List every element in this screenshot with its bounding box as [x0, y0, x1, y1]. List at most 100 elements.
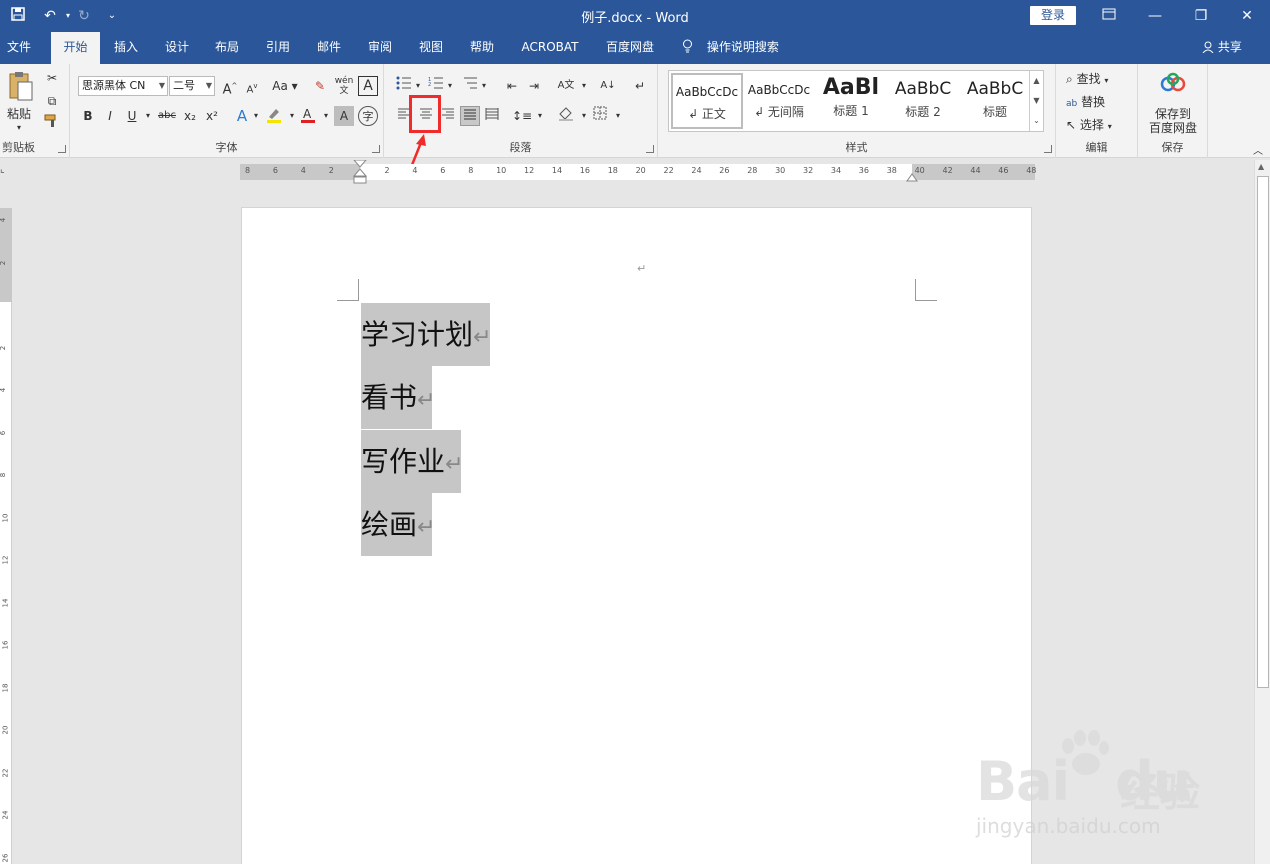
- paragraph-line[interactable]: 写作业↵: [361, 430, 463, 493]
- document-page[interactable]: ↵ 学习计划↵ 看书↵ 写作业↵ 绘画↵: [241, 207, 1032, 864]
- multilevel-dropdown-icon[interactable]: ▾: [474, 76, 494, 96]
- ruler-tick-label: 18: [607, 166, 618, 175]
- scroll-up-icon[interactable]: ▲: [1258, 162, 1264, 171]
- watermark-url: jingyan.baidu.com: [976, 814, 1161, 838]
- ruler-tick-label: 46: [998, 166, 1009, 175]
- vertical-ruler[interactable]: 4 2 2 4 6 8 10 12 14 16 18 20 22 24 26: [0, 208, 12, 864]
- copy-icon[interactable]: ⧉: [42, 91, 62, 111]
- char-shading-icon[interactable]: A: [334, 106, 354, 126]
- scroll-thumb[interactable]: [1257, 176, 1269, 688]
- format-painter-icon[interactable]: [42, 114, 62, 134]
- font-color-icon[interactable]: A: [298, 106, 318, 126]
- vertical-scrollbar[interactable]: ▲: [1254, 160, 1270, 864]
- cut-icon[interactable]: ✂: [42, 68, 62, 88]
- right-indent-marker-icon[interactable]: [906, 172, 918, 182]
- line-spacing-icon[interactable]: ↕≡: [512, 106, 532, 126]
- shrink-font-icon[interactable]: Av: [242, 76, 262, 96]
- share-button[interactable]: 共享: [1202, 32, 1242, 64]
- chinese-layout-dropdown-icon[interactable]: ▾: [574, 76, 594, 96]
- watermark-jingyan: 经验: [1120, 770, 1200, 816]
- font-size-combo[interactable]: 二号 ▼: [169, 76, 215, 96]
- restore-icon[interactable]: ❐: [1178, 0, 1224, 32]
- tab-help[interactable]: 帮助: [461, 32, 503, 64]
- increase-indent-icon[interactable]: ⇥: [524, 76, 544, 96]
- ruler-tick-label: 8: [468, 166, 474, 175]
- paste-icon[interactable]: [6, 70, 36, 104]
- ruler-tick-label: 22: [1, 768, 10, 777]
- minimize-icon[interactable]: —: [1132, 0, 1178, 32]
- paste-dropdown-icon[interactable]: ▾: [4, 118, 34, 138]
- italic-icon[interactable]: I: [100, 106, 120, 126]
- indent-marker-icon[interactable]: [353, 160, 367, 188]
- distributed-align-icon[interactable]: [482, 106, 502, 126]
- find-button[interactable]: ⌕ 查找 ▾: [1066, 69, 1132, 89]
- paragraph-launcher-icon[interactable]: [646, 145, 654, 153]
- justify-icon[interactable]: [460, 106, 480, 126]
- style-title[interactable]: AaBbC 标题: [959, 73, 1031, 129]
- decrease-indent-icon[interactable]: ⇤: [502, 76, 522, 96]
- sort-icon[interactable]: A↓: [598, 76, 618, 96]
- show-marks-icon[interactable]: ↵: [630, 76, 650, 96]
- font-name-combo[interactable]: 思源黑体 CN ▼: [78, 76, 168, 96]
- tab-file[interactable]: 文件: [0, 32, 38, 64]
- tab-view[interactable]: 视图: [410, 32, 452, 64]
- superscript-icon[interactable]: x²: [202, 106, 222, 126]
- collapse-ribbon-icon[interactable]: ︿: [1248, 142, 1268, 162]
- ruler-tick-label: 6: [272, 166, 278, 175]
- tab-insert[interactable]: 插入: [105, 32, 147, 64]
- styles-scroll[interactable]: ▲ ▼ ⌄: [1029, 71, 1043, 131]
- style-sample: AaBbC: [966, 79, 1024, 99]
- baidu-cloud-icon[interactable]: [1160, 72, 1186, 98]
- horizontal-ruler[interactable]: 8 6 4 2 2 4 6 8 10 12 14 16 18 20 22 24 26 28 30 32 34 36 38 40…: [240, 160, 1036, 184]
- grow-font-icon[interactable]: A^: [220, 76, 240, 97]
- tab-references[interactable]: 引用: [257, 32, 299, 64]
- font-launcher-icon[interactable]: [372, 145, 380, 153]
- numbering-dropdown-icon[interactable]: ▾: [440, 76, 460, 96]
- change-case-icon[interactable]: Aa ▾: [270, 76, 300, 96]
- font-color-dropdown-icon[interactable]: ▾: [316, 106, 336, 126]
- close-icon[interactable]: ✕: [1224, 0, 1270, 32]
- baidu-netdisk-label[interactable]: 百度网盘: [1138, 118, 1208, 138]
- style-heading-2[interactable]: AaBbC 标题 2: [887, 73, 959, 129]
- char-border-icon[interactable]: A: [358, 76, 378, 96]
- text-effects-dropdown-icon[interactable]: ▾: [246, 106, 266, 126]
- ruler-tick-label: 20: [1, 725, 10, 735]
- style-no-spacing[interactable]: AaBbCcDc ↲ 无间隔: [743, 73, 815, 129]
- replace-button[interactable]: ab 替换: [1066, 92, 1132, 112]
- bullets-dropdown-icon[interactable]: ▾: [408, 76, 428, 96]
- ruler-tick-label: 38: [886, 166, 897, 175]
- tab-home[interactable]: 开始: [51, 32, 100, 64]
- line-spacing-dropdown-icon[interactable]: ▾: [530, 106, 550, 126]
- tab-baidu-netdisk[interactable]: 百度网盘: [598, 32, 662, 64]
- tab-review[interactable]: 审阅: [359, 32, 401, 64]
- borders-icon[interactable]: [590, 106, 610, 126]
- phonetic-guide-icon[interactable]: wén 文: [334, 76, 354, 96]
- tab-design[interactable]: 设计: [156, 32, 198, 64]
- style-heading-1[interactable]: AaBl 标题 1: [815, 73, 887, 129]
- paragraph-line[interactable]: 学习计划↵: [361, 303, 491, 366]
- tell-me-search[interactable]: 操作说明搜索: [682, 32, 779, 64]
- tab-acrobat[interactable]: ACROBAT: [514, 32, 586, 64]
- tab-selector-icon[interactable]: ⌞: [0, 164, 12, 180]
- tab-mailings[interactable]: 邮件: [308, 32, 350, 64]
- strikethrough-icon[interactable]: abc: [154, 106, 180, 126]
- clipboard-launcher-icon[interactable]: [58, 145, 66, 153]
- subscript-icon[interactable]: x₂: [180, 106, 200, 126]
- enclose-char-icon[interactable]: 字: [358, 106, 378, 126]
- chinese-layout-icon[interactable]: A文: [556, 76, 576, 96]
- tab-layout[interactable]: 布局: [206, 32, 248, 64]
- highlight-color-icon[interactable]: [264, 106, 284, 126]
- borders-dropdown-icon[interactable]: ▾: [608, 106, 628, 126]
- select-button[interactable]: ↖ 选择 ▾: [1066, 115, 1132, 135]
- paragraph-line[interactable]: 看书↵: [361, 366, 435, 429]
- ribbon-display-options-icon[interactable]: [1086, 0, 1132, 32]
- style-name: 标题: [982, 105, 1007, 119]
- clear-formatting-icon[interactable]: ✎: [310, 76, 330, 96]
- align-right-icon[interactable]: [438, 106, 458, 126]
- bold-icon[interactable]: B: [78, 106, 98, 126]
- paragraph-line[interactable]: 绘画↵: [361, 493, 435, 556]
- style-normal[interactable]: AaBbCcDc ↲ 正文: [671, 73, 743, 129]
- shading-icon[interactable]: [556, 106, 576, 126]
- login-button[interactable]: 登录: [1030, 6, 1076, 25]
- styles-launcher-icon[interactable]: [1044, 145, 1052, 153]
